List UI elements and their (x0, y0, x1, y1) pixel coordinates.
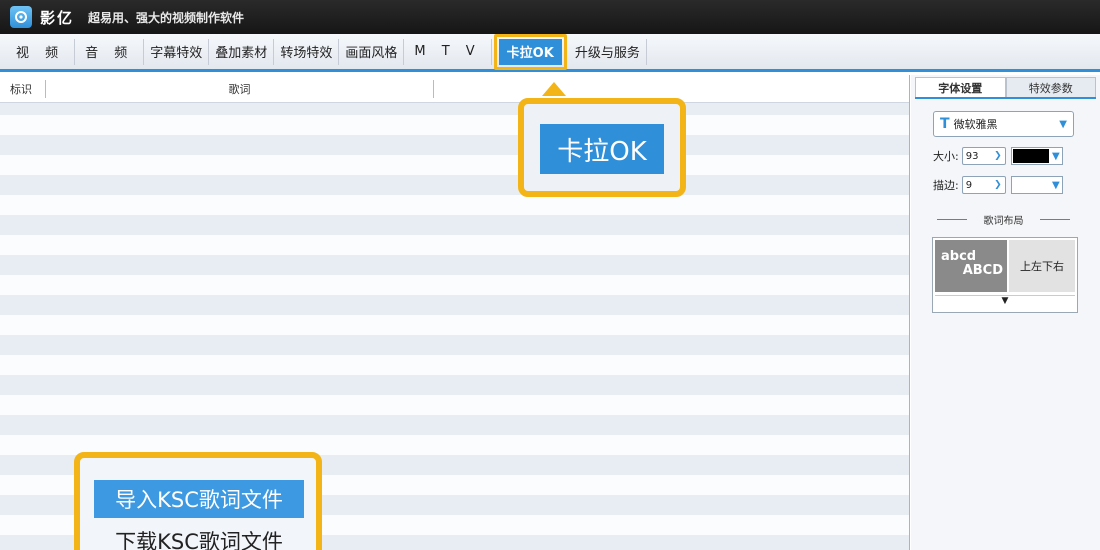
stroke-label: 描边: (933, 179, 959, 192)
font-select[interactable]: T 微软雅黑 ▼ (933, 111, 1074, 137)
karaoke-callout-tab: 卡拉OK (540, 124, 664, 174)
lyric-layout-title: 歌词布局 (933, 212, 1074, 227)
font-name: 微软雅黑 (953, 118, 998, 131)
color-swatch (1012, 178, 1049, 192)
menu-audio[interactable]: 音 频 (75, 38, 145, 65)
layout-option-line1: abcd (941, 249, 977, 264)
menu-upgrade-service[interactable]: 升级与服务 (569, 38, 647, 65)
tab-effect-params[interactable]: 特效参数 (1005, 77, 1096, 97)
menu-karaoke[interactable]: 卡拉OK (498, 38, 562, 65)
spin-arrow-icon[interactable]: ❯ (994, 180, 1002, 190)
stroke-row: 描边: 9 ❯ ▼ (933, 176, 1063, 194)
column-header-lyric[interactable]: 歌词 (46, 79, 434, 98)
menu-video[interactable]: 视 频 (6, 38, 76, 65)
app-slogan: 超易用、强大的视频制作软件 (88, 10, 245, 25)
menu-mtv[interactable]: M T V (404, 38, 492, 65)
layout-option-top-left-bottom-right[interactable]: 上左下右 (1009, 240, 1075, 292)
size-value: 93 (965, 150, 979, 162)
size-input[interactable]: 93 ❯ (961, 147, 1006, 165)
title-bar: 影亿 超易用、强大的视频制作软件 (0, 0, 1100, 34)
stroke-value: 9 (965, 179, 973, 191)
lyric-layout-options: abcd ABCD 上左下右 ▼ (932, 237, 1078, 313)
download-ksc-button[interactable]: 下载KSC歌词文件 (94, 522, 304, 550)
spin-arrow-icon[interactable]: ❯ (994, 151, 1002, 161)
chevron-down-icon: ▼ (1059, 118, 1067, 130)
settings-panel: 字体设置 特效参数 T 微软雅黑 ▼ 大小: 93 ❯ ▼ 描边: 9 ❯ ▼ … (911, 75, 1100, 550)
layout-option-stacked[interactable]: abcd ABCD (935, 240, 1007, 292)
lyrics-list-header: 标识 歌词 (0, 75, 909, 103)
menu-overlay-materials[interactable]: 叠加素材 (209, 38, 275, 65)
size-label: 大小: (933, 150, 959, 163)
layout-option-line2: ABCD (962, 263, 1003, 278)
font-color-picker[interactable]: ▼ (1010, 147, 1063, 165)
karaoke-callout: 卡拉OK (518, 82, 686, 197)
color-swatch (1012, 149, 1049, 163)
app-title: 影亿 (40, 8, 75, 27)
menu-picture-style[interactable]: 画面风格 (339, 38, 405, 65)
tab-font-settings[interactable]: 字体设置 (915, 77, 1006, 97)
main-menu: 视 频 音 频 字幕特效 叠加素材 转场特效 画面风格 M T V 卡拉OK 升… (0, 33, 1100, 72)
menu-subtitle-effects[interactable]: 字幕特效 (144, 38, 210, 65)
settings-tabs: 字体设置 特效参数 (915, 77, 1096, 99)
column-header-mark[interactable]: 标识 (0, 79, 46, 98)
menu-transition-effects[interactable]: 转场特效 (274, 38, 340, 65)
menu-karaoke-highlight: 卡拉OK (493, 33, 567, 70)
app-logo-icon (10, 6, 32, 28)
size-row: 大小: 93 ❯ ▼ (933, 147, 1063, 165)
import-ksc-button[interactable]: 导入KSC歌词文件 (94, 480, 304, 518)
chevron-down-icon: ▼ (1052, 150, 1060, 162)
chevron-down-icon: ▼ (1052, 179, 1060, 191)
stroke-color-picker[interactable]: ▼ (1010, 176, 1063, 194)
layout-more-button[interactable]: ▼ (935, 295, 1075, 310)
ksc-callout: 导入KSC歌词文件 下载KSC歌词文件 (74, 452, 322, 550)
font-t-icon: T (940, 116, 950, 132)
stroke-input[interactable]: 9 ❯ (961, 176, 1006, 194)
